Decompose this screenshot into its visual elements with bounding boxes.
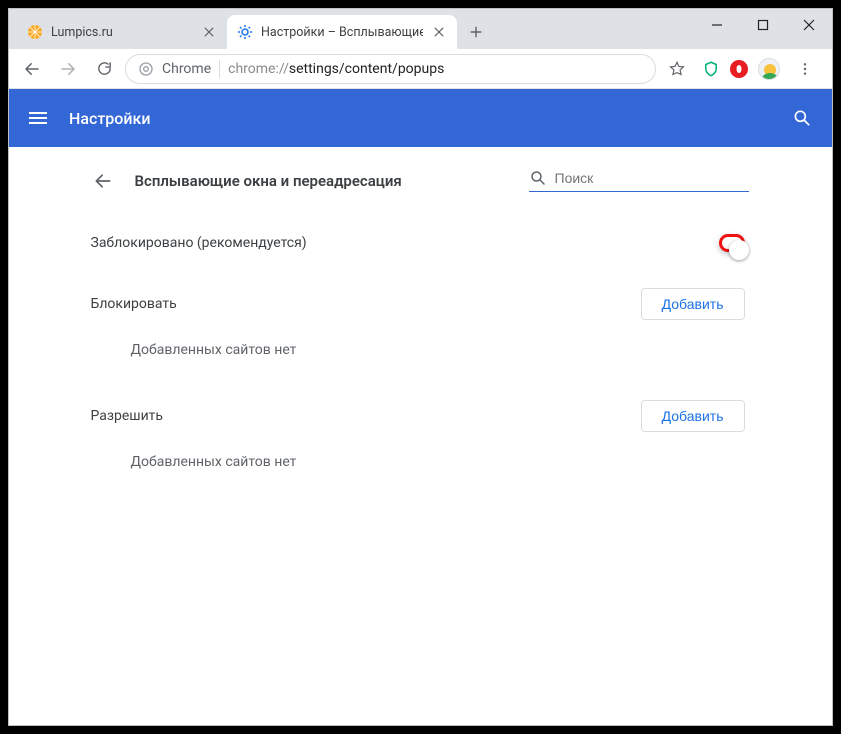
header-search-button[interactable] — [792, 108, 812, 128]
browser-tab-active[interactable]: Настройки – Всплывающие окн — [227, 15, 457, 49]
extension-shield-icon[interactable] — [702, 60, 720, 78]
browser-tabstrip: Lumpics.ru Настройки – Всплывающие окн — [9, 9, 832, 49]
block-empty-message: Добавленных сайтов нет — [91, 328, 751, 392]
browser-tab[interactable]: Lumpics.ru — [17, 15, 227, 49]
chrome-icon — [138, 61, 154, 77]
allow-section-title: Разрешить — [91, 408, 164, 424]
close-icon[interactable] — [431, 24, 447, 40]
search-icon — [529, 169, 547, 187]
page-title: Всплывающие окна и переадресация — [135, 172, 402, 190]
menu-icon[interactable] — [29, 112, 47, 124]
browser-menu-button[interactable] — [790, 54, 820, 84]
search-input[interactable] — [555, 170, 749, 186]
allow-add-button[interactable]: Добавить — [641, 400, 745, 432]
app-title: Настройки — [69, 109, 150, 128]
nav-reload-button[interactable] — [89, 54, 119, 84]
window-close-button[interactable] — [786, 9, 832, 41]
nav-forward-button[interactable] — [53, 54, 83, 84]
block-add-button[interactable]: Добавить — [641, 288, 745, 320]
window-maximize-button[interactable] — [740, 9, 786, 41]
omnibox-url: chrome://settings/content/popups — [228, 61, 444, 77]
close-icon[interactable] — [201, 24, 217, 40]
divider — [219, 60, 220, 78]
favicon-orange-icon — [27, 24, 43, 40]
window-minimize-button[interactable] — [694, 9, 740, 41]
browser-toolbar: Chrome chrome://settings/content/popups — [9, 49, 832, 89]
settings-content: Всплывающие окна и переадресация Заблоки… — [9, 147, 832, 725]
settings-header: Настройки — [9, 89, 832, 147]
highlight-annotation — [719, 234, 745, 252]
profile-avatar[interactable] — [758, 58, 780, 80]
extension-opera-icon[interactable] — [730, 60, 748, 78]
settings-search[interactable] — [529, 169, 749, 192]
new-tab-button[interactable] — [461, 17, 491, 47]
nav-back-button[interactable] — [17, 54, 47, 84]
block-section-title: Блокировать — [91, 296, 177, 312]
address-bar[interactable]: Chrome chrome://settings/content/popups — [125, 54, 656, 84]
omnibox-origin-label: Chrome — [162, 61, 211, 77]
tab-title: Настройки – Всплывающие окн — [261, 25, 423, 40]
back-arrow-icon[interactable] — [93, 171, 113, 191]
favicon-gear-icon — [237, 24, 253, 40]
blocked-toggle-label: Заблокировано (рекомендуется) — [91, 235, 307, 251]
tab-title: Lumpics.ru — [51, 25, 193, 40]
bookmark-star-icon[interactable] — [662, 54, 692, 84]
allow-empty-message: Добавленных сайтов нет — [91, 440, 751, 504]
